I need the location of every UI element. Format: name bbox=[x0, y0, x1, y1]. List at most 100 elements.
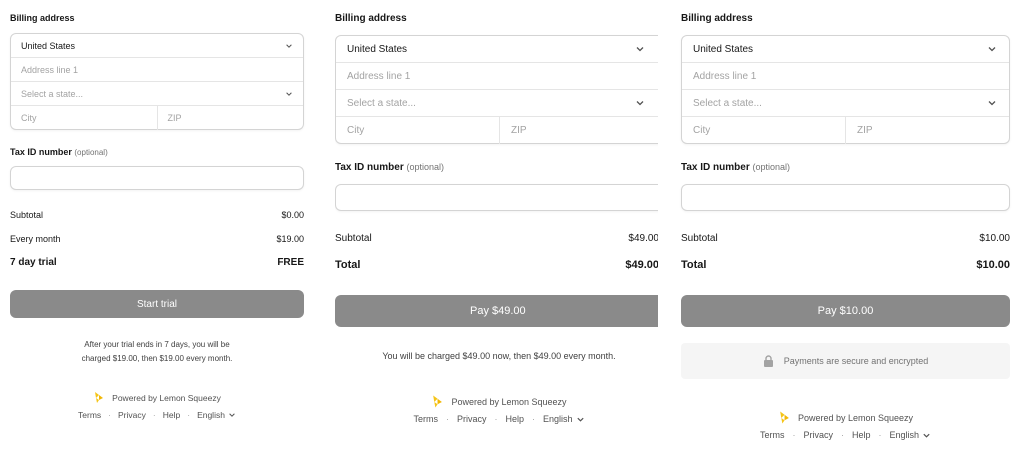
pay-button[interactable]: Pay $10.00 bbox=[681, 295, 1010, 327]
tax-id-label: Tax ID number (optional) bbox=[335, 162, 444, 173]
subtotal-value: $0.00 bbox=[281, 210, 304, 220]
country-select[interactable]: United States bbox=[11, 34, 303, 58]
tax-id-label-text: Tax ID number bbox=[335, 162, 404, 173]
billing-address-label: Billing address bbox=[681, 13, 753, 24]
state-select-placeholder: Select a state... bbox=[21, 88, 84, 99]
secure-payments-banner: Payments are secure and encrypted bbox=[681, 343, 1010, 379]
billing-address-group: United States Address line 1 Select a st… bbox=[10, 33, 304, 130]
city-placeholder: City bbox=[21, 113, 37, 123]
city-zip-row: City ZIP bbox=[336, 117, 658, 144]
billing-address-group: United States Address line 1 Select a st… bbox=[681, 35, 1010, 144]
separator-dot: · bbox=[152, 410, 156, 420]
total-line: Total $49.00 bbox=[335, 259, 658, 271]
trial-note-line-1: After your trial ends in 7 days, you wil… bbox=[84, 340, 230, 349]
help-link[interactable]: Help bbox=[505, 414, 524, 424]
help-link[interactable]: Help bbox=[163, 410, 180, 420]
zip-input[interactable]: ZIP bbox=[158, 106, 304, 130]
address-line-1-input[interactable]: Address line 1 bbox=[336, 63, 658, 90]
tax-id-input[interactable] bbox=[10, 166, 304, 190]
state-select-placeholder: Select a state... bbox=[693, 97, 762, 109]
total-line: Total $10.00 bbox=[681, 259, 1010, 271]
billing-address-label: Billing address bbox=[335, 13, 407, 24]
lemon-squeezy-logo-icon bbox=[780, 411, 789, 424]
powered-by[interactable]: Powered by Lemon Squeezy bbox=[335, 394, 658, 409]
country-select-value: United States bbox=[21, 40, 76, 51]
subtotal-label: Subtotal bbox=[10, 210, 44, 220]
chevron-down-icon bbox=[576, 417, 584, 422]
chevron-down-icon bbox=[286, 43, 292, 48]
billing-address-label: Billing address bbox=[10, 13, 75, 23]
footer-links: Terms · Privacy · Help · English bbox=[681, 430, 1010, 440]
separator-dot: · bbox=[494, 414, 498, 424]
terms-link[interactable]: Terms bbox=[78, 410, 101, 420]
terms-link[interactable]: Terms bbox=[760, 430, 785, 440]
subtotal-value: $10.00 bbox=[979, 233, 1010, 244]
city-input[interactable]: City bbox=[682, 117, 846, 144]
separator-dot: · bbox=[532, 414, 535, 424]
zip-input[interactable]: ZIP bbox=[500, 117, 658, 144]
country-select[interactable]: United States bbox=[336, 36, 658, 63]
separator-dot: · bbox=[792, 430, 796, 440]
chevron-down-icon bbox=[229, 413, 235, 417]
state-select[interactable]: Select a state... bbox=[336, 90, 658, 117]
privacy-link[interactable]: Privacy bbox=[118, 410, 146, 420]
language-select[interactable]: English bbox=[890, 430, 932, 440]
language-select[interactable]: English bbox=[197, 410, 236, 420]
powered-by-text: Powered by Lemon Squeezy bbox=[451, 396, 567, 407]
subtotal-value: $49.00 bbox=[628, 233, 658, 244]
footer-links: Terms · Privacy · Help · English bbox=[335, 414, 658, 424]
city-zip-row: City ZIP bbox=[11, 106, 303, 130]
country-select-value: United States bbox=[693, 43, 754, 55]
help-link[interactable]: Help bbox=[852, 430, 871, 440]
state-select[interactable]: Select a state... bbox=[11, 82, 303, 106]
subtotal-line: Subtotal $0.00 bbox=[10, 210, 304, 220]
country-select[interactable]: United States bbox=[682, 36, 1009, 63]
trial-line: 7 day trial FREE bbox=[10, 257, 304, 268]
language-select-value: English bbox=[543, 414, 573, 424]
chevron-down-icon bbox=[988, 101, 996, 106]
total-label: Total bbox=[681, 259, 707, 271]
zip-placeholder: ZIP bbox=[167, 113, 182, 123]
every-month-label: Every month bbox=[10, 234, 61, 244]
powered-by-text: Powered by Lemon Squeezy bbox=[112, 392, 221, 403]
zip-input[interactable]: ZIP bbox=[846, 117, 1009, 144]
every-month-line: Every month $19.00 bbox=[10, 234, 304, 244]
secure-payments-text: Payments are secure and encrypted bbox=[783, 356, 929, 366]
trial-label: 7 day trial bbox=[10, 257, 57, 268]
lemon-squeezy-logo-icon bbox=[433, 395, 443, 408]
language-select[interactable]: English bbox=[543, 414, 585, 424]
address-line-1-input[interactable]: Address line 1 bbox=[11, 58, 303, 82]
pay-button[interactable]: Pay $49.00 bbox=[335, 295, 658, 327]
city-input[interactable]: City bbox=[11, 106, 158, 130]
lock-icon bbox=[763, 355, 773, 367]
state-select[interactable]: Select a state... bbox=[682, 90, 1009, 117]
state-select-placeholder: Select a state... bbox=[347, 97, 416, 109]
trial-value: FREE bbox=[277, 257, 304, 268]
city-input[interactable]: City bbox=[336, 117, 500, 144]
start-trial-button[interactable]: Start trial bbox=[10, 290, 304, 318]
powered-by[interactable]: Powered by Lemon Squeezy bbox=[681, 410, 1010, 425]
tax-id-input[interactable] bbox=[681, 184, 1010, 211]
trial-note-line-2: charged $19.00, then $19.00 every month. bbox=[81, 354, 233, 363]
tax-id-label: Tax ID number (optional) bbox=[10, 147, 108, 157]
subtotal-line: Subtotal $49.00 bbox=[335, 233, 658, 244]
zip-placeholder: ZIP bbox=[857, 125, 873, 136]
pay-button-label: Pay $49.00 bbox=[470, 305, 526, 317]
tax-id-label-text: Tax ID number bbox=[10, 147, 72, 157]
language-select-value: English bbox=[889, 430, 920, 440]
subtotal-label: Subtotal bbox=[335, 233, 372, 244]
privacy-link[interactable]: Privacy bbox=[803, 430, 833, 440]
powered-by[interactable]: Powered by Lemon Squeezy bbox=[10, 391, 304, 404]
privacy-link[interactable]: Privacy bbox=[457, 414, 487, 424]
address-line-1-input[interactable]: Address line 1 bbox=[682, 63, 1009, 90]
separator-dot: · bbox=[878, 430, 882, 440]
charge-note: You will be charged $49.00 now, then $49… bbox=[382, 351, 616, 361]
terms-link[interactable]: Terms bbox=[413, 414, 438, 424]
separator-dot: · bbox=[445, 414, 449, 424]
language-select-value: English bbox=[197, 410, 225, 420]
city-placeholder: City bbox=[347, 125, 365, 136]
tax-id-optional: (optional) bbox=[752, 162, 791, 172]
total-label: Total bbox=[335, 259, 361, 271]
trial-note: After your trial ends in 7 days, you wil… bbox=[10, 338, 304, 366]
tax-id-input[interactable] bbox=[335, 184, 658, 211]
